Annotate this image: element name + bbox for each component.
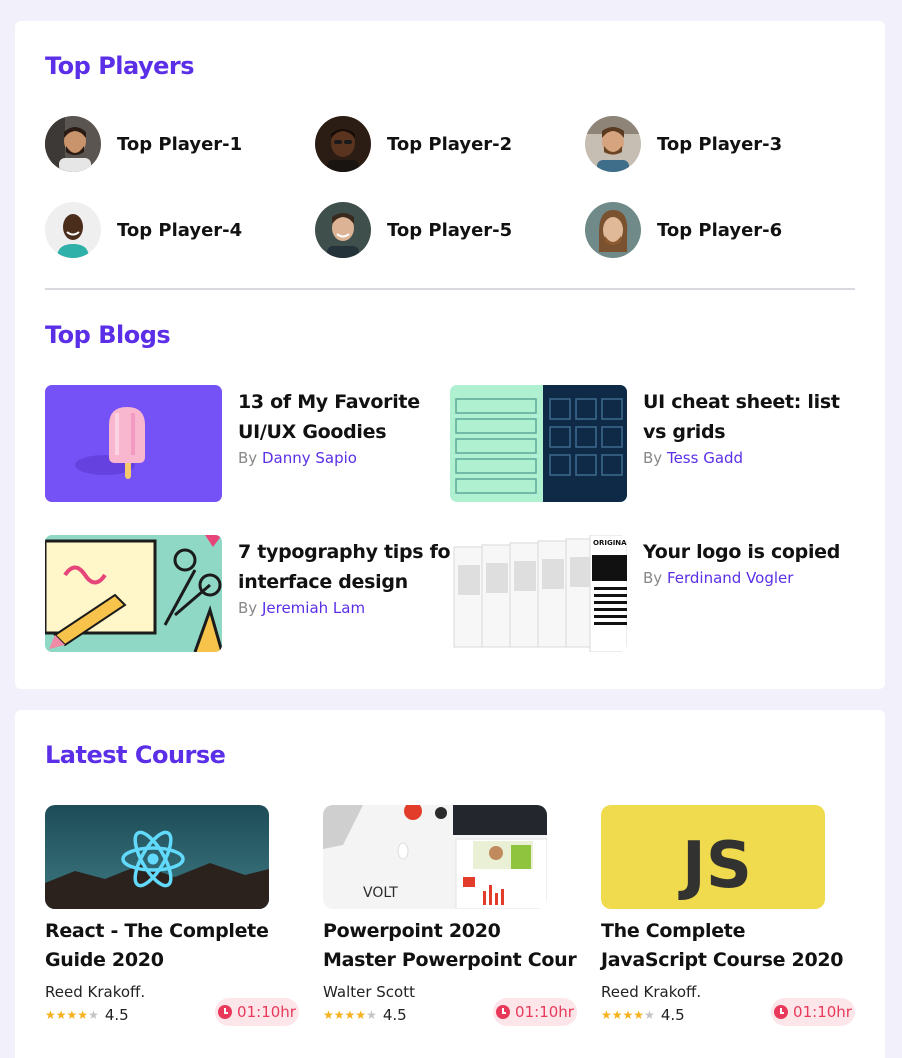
blog-thumbnail [450, 385, 627, 502]
blog-item-1[interactable]: 13 of My Favorite UI/UX Goodies By Danny… [45, 385, 455, 503]
course-author: Reed Krakoff. [45, 983, 146, 1001]
star-icon: ★ [333, 1008, 345, 1022]
star-icon: ★ [55, 1008, 67, 1022]
star-icon: ★ [323, 1008, 334, 1022]
course-title: React - The Complete Guide 2020 [45, 920, 269, 971]
star-icon: ★ [88, 1008, 99, 1022]
star-icon: ★ [644, 1008, 655, 1022]
blog-author[interactable]: Danny Sapio [262, 449, 357, 467]
course-item-1[interactable]: React - The Complete Guide 2020 Reed Kra… [45, 805, 299, 1035]
star-icon: ★ [633, 1008, 645, 1022]
course-item-3[interactable]: JS The Complete JavaScript Course 2020 R… [601, 805, 855, 1035]
player-item-5[interactable]: Top Player-5 [315, 202, 512, 258]
clock-icon [218, 1005, 233, 1019]
blog-title: UI cheat sheet: list vs grids [643, 391, 840, 443]
player-name: Top Player-5 [387, 219, 513, 241]
blog-author[interactable]: Tess Gadd [667, 449, 743, 467]
player-name: Top Player-3 [657, 133, 783, 155]
blog-title: Your logo is copied [643, 541, 841, 563]
clock-icon [496, 1005, 511, 1019]
duration-badge: 01:10hr [215, 998, 299, 1026]
rating-value: 4.5 [104, 1006, 129, 1024]
avatar [315, 116, 371, 172]
top-players-title: Top Players [45, 52, 195, 80]
latest-course-card: Latest Course React - The Complete Guide… [15, 710, 885, 1058]
js-logo-text: JS [678, 829, 752, 903]
duration-badge: 01:10hr [771, 998, 855, 1026]
star-icon: ★ [344, 1008, 356, 1022]
top-blogs-title: Top Blogs [45, 321, 171, 349]
star-icon: ★ [77, 1008, 89, 1022]
star-icon: ★ [66, 1008, 78, 1022]
blog-byline: By Danny Sapio [238, 449, 357, 467]
duration-text: 01:10hr [515, 1003, 574, 1021]
blog-item-4[interactable]: ORIGINA Your logo is copied By Ferdinand… [450, 535, 860, 653]
blog-thumbnail: ORIGINA [450, 535, 627, 652]
rating-stars: ★ ★ ★ ★ ★ 4.5 [323, 1006, 407, 1024]
blog-author[interactable]: Jeremiah Lam [262, 599, 365, 617]
player-name: Top Player-4 [117, 219, 243, 241]
star-icon: ★ [45, 1008, 56, 1022]
course-thumbnail: JS [601, 805, 825, 909]
star-icon: ★ [622, 1008, 634, 1022]
rating-value: 4.5 [660, 1006, 685, 1024]
thumbnail-text: VOLT [363, 885, 398, 901]
blog-title: 13 of My Favorite UI/UX Goodies [238, 391, 420, 443]
course-item-2[interactable]: VOLT Powerpoint 2020 Master Powerpoint C… [323, 805, 577, 1035]
player-name: Top Player-1 [117, 133, 243, 155]
duration-badge: 01:10hr [493, 998, 577, 1026]
avatar [585, 202, 641, 258]
course-thumbnail [45, 805, 269, 909]
by-label: By [238, 599, 258, 617]
clock-icon [774, 1005, 789, 1019]
by-label: By [643, 569, 663, 587]
blog-byline: By Ferdinand Vogler [643, 569, 793, 587]
by-label: By [643, 449, 663, 467]
star-icon: ★ [355, 1008, 367, 1022]
blog-author[interactable]: Ferdinand Vogler [667, 569, 793, 587]
player-item-3[interactable]: Top Player-3 [585, 116, 782, 172]
blog-byline: By Jeremiah Lam [238, 599, 365, 617]
latest-course-title: Latest Course [45, 741, 226, 769]
star-icon: ★ [611, 1008, 623, 1022]
player-name: Top Player-6 [657, 219, 783, 241]
by-label: By [238, 449, 258, 467]
blog-thumbnail [45, 535, 222, 652]
course-author: Reed Krakoff. [601, 983, 702, 1001]
star-icon: ★ [601, 1008, 612, 1022]
course-title: Powerpoint 2020 Master Powerpoint Cour [323, 920, 577, 971]
course-title: The Complete JavaScript Course 2020 [601, 920, 844, 971]
avatar [45, 116, 101, 172]
course-author: Walter Scott [323, 983, 415, 1001]
duration-text: 01:10hr [237, 1003, 296, 1021]
avatar [315, 202, 371, 258]
blog-title: 7 typography tips for interface design [238, 541, 460, 593]
star-icon: ★ [366, 1008, 377, 1022]
player-item-2[interactable]: Top Player-2 [315, 116, 512, 172]
rating-value: 4.5 [382, 1006, 407, 1024]
thumbnail-text: ORIGINA [593, 539, 627, 547]
top-card: Top Players Top Player-1 Top Player-2 To… [15, 21, 885, 689]
course-thumbnail: VOLT [323, 805, 547, 909]
blog-thumbnail [45, 385, 222, 502]
divider [45, 288, 855, 290]
avatar [585, 116, 641, 172]
duration-text: 01:10hr [793, 1003, 852, 1021]
blog-item-3[interactable]: 7 typography tips for interface design B… [45, 535, 460, 653]
blog-byline: By Tess Gadd [643, 449, 743, 467]
rating-stars: ★ ★ ★ ★ ★ 4.5 [601, 1006, 685, 1024]
rating-stars: ★ ★ ★ ★ ★ 4.5 [45, 1006, 129, 1024]
player-name: Top Player-2 [387, 133, 513, 155]
player-item-6[interactable]: Top Player-6 [585, 202, 782, 258]
player-item-4[interactable]: Top Player-4 [45, 202, 242, 258]
blog-item-2[interactable]: UI cheat sheet: list vs grids By Tess Ga… [450, 385, 860, 503]
avatar [45, 202, 101, 258]
player-item-1[interactable]: Top Player-1 [45, 116, 242, 172]
